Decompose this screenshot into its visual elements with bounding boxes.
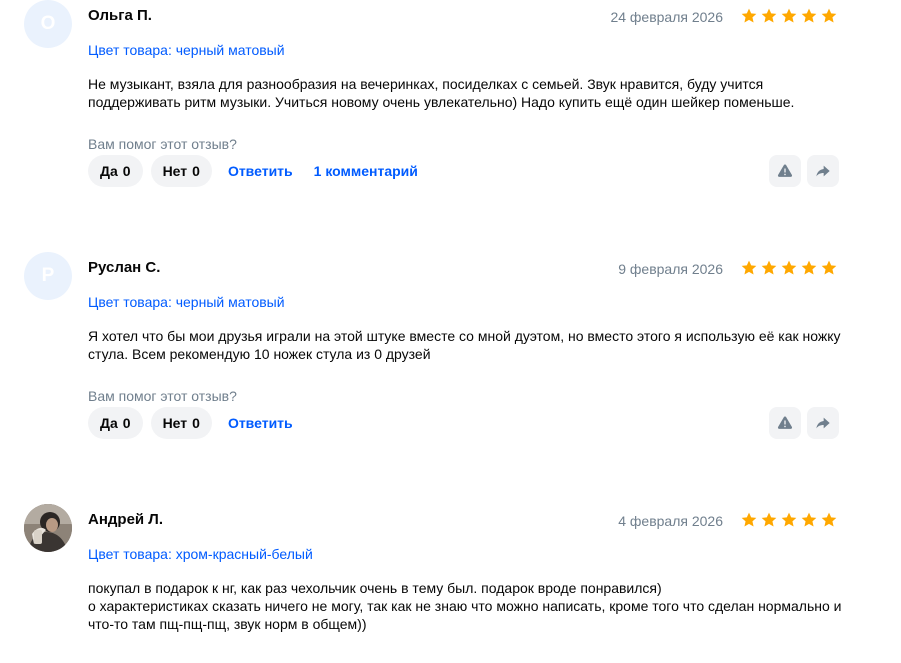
product-variant: Цвет товара: черный матовый	[88, 294, 285, 310]
review-card: О Ольга П. 24 февраля 2026 Цвет товара: …	[0, 0, 901, 240]
review-card: Андрей Л. 4 февраля 2026 Цвет товара: хр…	[0, 504, 901, 663]
star-icon	[821, 8, 837, 23]
review-actions: Да 0 Нет 0 Ответить 1 комментарий	[88, 155, 431, 187]
report-button[interactable]	[769, 155, 801, 187]
helpful-yes-count: 0	[122, 163, 131, 179]
share-icon	[816, 165, 830, 177]
helpful-yes-button[interactable]: Да 0	[88, 155, 143, 187]
avatar-letter: Р	[41, 265, 55, 286]
review-card: Р Руслан С. 9 февраля 2026 Цвет товара: …	[0, 252, 901, 492]
star-icon	[781, 8, 797, 23]
star-icon	[761, 8, 777, 23]
avatar: О	[24, 0, 72, 48]
helpful-no-label: Нет	[162, 415, 188, 431]
review-text: Не музыкант, взяла для разнообразия на в…	[88, 76, 795, 110]
review-author: Ольга П.	[88, 7, 152, 24]
star-icon	[801, 8, 817, 23]
avatar: Р	[24, 252, 72, 300]
avatar-letter: О	[40, 13, 56, 34]
star-icon	[741, 8, 757, 23]
star-icon	[741, 260, 757, 275]
warning-icon	[777, 416, 793, 429]
review-actions: Да 0 Нет 0 Ответить	[88, 407, 306, 439]
share-button[interactable]	[807, 407, 839, 439]
helpful-question: Вам помог этот отзыв?	[88, 136, 237, 152]
warning-icon	[777, 164, 793, 177]
share-icon	[816, 417, 830, 429]
review-author: Руслан С.	[88, 259, 161, 276]
helpful-yes-button[interactable]: Да 0	[88, 407, 143, 439]
avatar	[24, 504, 72, 552]
helpful-no-count: 0	[192, 415, 200, 431]
helpful-no-button[interactable]: Нет 0	[150, 407, 212, 439]
rating-stars	[740, 511, 838, 529]
helpful-yes-label: Да	[100, 163, 118, 179]
star-icon	[801, 260, 817, 275]
helpful-no-button[interactable]: Нет 0	[150, 155, 212, 187]
star-icon	[741, 512, 757, 527]
review-date: 24 февраля 2026	[610, 9, 723, 25]
helpful-yes-label: Да	[100, 415, 118, 431]
helpful-no-count: 0	[192, 163, 200, 179]
star-icon	[781, 260, 797, 275]
star-icon	[781, 512, 797, 527]
rating-stars	[740, 259, 838, 277]
reply-button[interactable]: Ответить	[228, 415, 293, 431]
helpful-no-label: Нет	[162, 163, 188, 179]
review-text: Я хотел что бы мои друзья играли на этой…	[88, 328, 841, 362]
product-variant: Цвет товара: хром-красный-белый	[88, 546, 313, 562]
helpful-yes-count: 0	[122, 415, 131, 431]
star-icon	[821, 512, 837, 527]
report-button[interactable]	[769, 407, 801, 439]
star-icon	[821, 260, 837, 275]
avatar-photo	[24, 504, 72, 552]
review-date: 4 февраля 2026	[618, 513, 723, 529]
review-author: Андрей Л.	[88, 511, 163, 528]
comments-link[interactable]: 1 комментарий	[314, 163, 418, 179]
share-button[interactable]	[807, 155, 839, 187]
rating-stars	[740, 7, 838, 25]
reply-button[interactable]: Ответить	[228, 163, 293, 179]
star-icon	[761, 512, 777, 527]
helpful-question: Вам помог этот отзыв?	[88, 388, 237, 404]
review-text: покупал в подарок к нг, как раз чехольчи…	[88, 580, 842, 632]
star-icon	[761, 260, 777, 275]
star-icon	[801, 512, 817, 527]
product-variant: Цвет товара: черный матовый	[88, 42, 285, 58]
review-date: 9 февраля 2026	[618, 261, 723, 277]
